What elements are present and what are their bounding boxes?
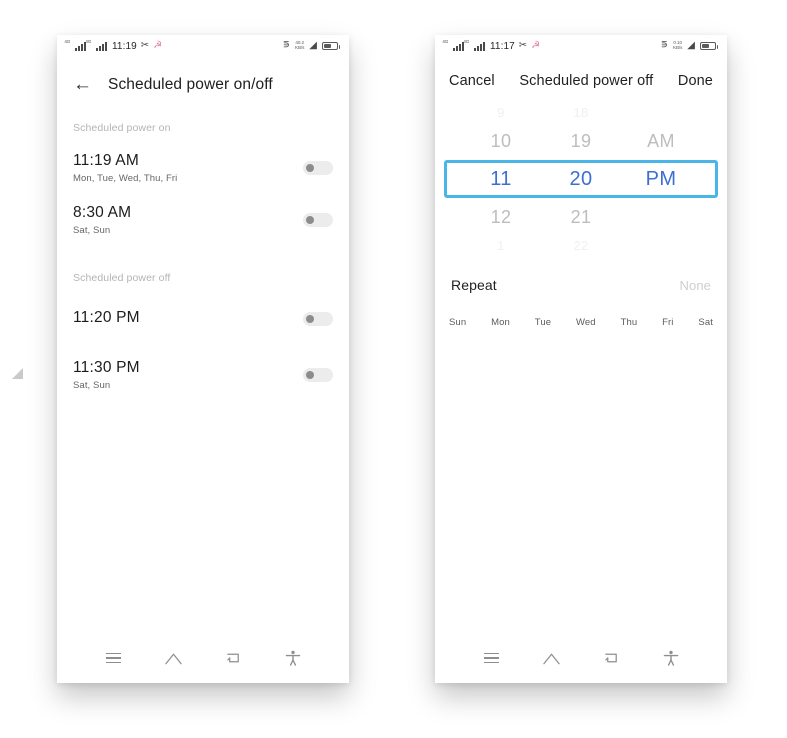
network-speed-indicator: 40.2 KB/s <box>295 41 304 50</box>
done-button[interactable]: Done <box>678 73 713 89</box>
minute-option-faint-below[interactable]: 22 <box>573 236 588 255</box>
schedule-row-power-on-2[interactable]: 8:30 AM Sat, Sun <box>57 199 349 241</box>
picker-title: Scheduled power off <box>519 73 654 89</box>
back-arrow-icon[interactable]: ← <box>73 75 92 94</box>
repeat-row[interactable]: Repeat None <box>435 277 727 293</box>
minute-column[interactable]: 18 19 20 21 22 <box>541 103 621 255</box>
bluetooth-off-icon: ⋾ <box>282 40 290 51</box>
minute-option-below[interactable]: 21 <box>571 198 592 236</box>
wifi-icon: ◢ <box>309 40 317 51</box>
battery-icon <box>700 42 718 50</box>
bluetooth-off-icon: ⋾ <box>660 40 668 51</box>
pink-app-icon: ☭ <box>531 40 541 51</box>
pink-app-icon: ☭ <box>153 40 163 51</box>
cancel-button[interactable]: Cancel <box>449 73 495 89</box>
repeat-value: None <box>679 277 711 293</box>
weekday-wed[interactable]: Wed <box>576 317 596 328</box>
hour-option-selected[interactable]: 11 <box>490 160 512 198</box>
time-picker-wheel[interactable]: 9 10 11 12 1 18 19 20 21 22 AM PM <box>435 103 727 255</box>
weekday-thu[interactable]: Thu <box>621 317 638 328</box>
page-header: ← Scheduled power on/off <box>57 57 349 94</box>
time-picker-header: Cancel Scheduled power off Done <box>435 57 727 89</box>
schedule-row-power-off-1[interactable]: 11:20 PM <box>57 298 349 340</box>
weekday-mon[interactable]: Mon <box>491 317 510 328</box>
menu-icon[interactable] <box>99 647 127 669</box>
phone-screen-right: 11:17 ✂ ☭ ⋾ 0.10 KB/s ◢ Cancel Scheduled… <box>435 35 727 683</box>
navigation-bar-left <box>57 639 349 683</box>
weekday-sun[interactable]: Sun <box>449 317 466 328</box>
corner-marker <box>12 368 23 379</box>
status-bar-time: 11:19 <box>112 40 137 52</box>
home-icon[interactable] <box>537 647 565 669</box>
back-nav-icon[interactable] <box>219 647 247 669</box>
home-icon[interactable] <box>159 647 187 669</box>
signal-bars-sim2-icon <box>90 41 107 51</box>
schedule-days: Mon, Tue, Wed, Thu, Fri <box>73 173 178 184</box>
schedule-toggle[interactable] <box>303 368 333 382</box>
schedule-toggle[interactable] <box>303 213 333 227</box>
hour-option-faint-above[interactable]: 9 <box>497 103 505 122</box>
schedule-toggle[interactable] <box>303 312 333 326</box>
minute-option-selected[interactable]: 20 <box>569 160 592 198</box>
network-speed-unit: KB/s <box>672 45 683 50</box>
minute-option-faint-above[interactable]: 18 <box>573 103 588 122</box>
status-bar-left: 11:19 ✂ ☭ ⋾ 40.2 KB/s ◢ <box>57 35 349 57</box>
hour-column[interactable]: 9 10 11 12 1 <box>461 103 541 255</box>
schedule-days: Sat, Sun <box>73 380 111 391</box>
status-bar-time: 11:17 <box>490 40 515 52</box>
menu-icon[interactable] <box>477 647 505 669</box>
accessibility-icon[interactable] <box>279 647 307 669</box>
schedule-time: 11:19 AM <box>73 152 139 169</box>
schedule-row-power-on-1[interactable]: 11:19 AM Mon, Tue, Wed, Thu, Fri <box>57 147 349 189</box>
schedule-time: 11:30 PM <box>73 359 140 376</box>
wifi-icon: ◢ <box>687 40 695 51</box>
status-bar-right: 11:17 ✂ ☭ ⋾ 0.10 KB/s ◢ <box>435 35 727 57</box>
signal-bars-sim2-icon <box>468 41 485 51</box>
meridiem-column[interactable]: AM PM <box>621 103 701 255</box>
schedule-toggle[interactable] <box>303 161 333 175</box>
hour-option-faint-below[interactable]: 1 <box>497 236 505 255</box>
meridiem-option-am[interactable]: AM <box>647 122 675 160</box>
battery-icon <box>322 42 340 50</box>
section-label-power-off: Scheduled power off <box>73 272 171 284</box>
phone-screen-left: 11:19 ✂ ☭ ⋾ 40.2 KB/s ◢ ← Scheduled powe… <box>57 35 349 683</box>
vibrate-off-icon: ✂ <box>518 40 528 51</box>
signal-bars-sim1-icon <box>447 41 464 51</box>
schedule-days: Sat, Sun <box>73 225 111 236</box>
network-speed-indicator: 0.10 KB/s <box>673 41 682 50</box>
minute-option-above[interactable]: 19 <box>571 122 592 160</box>
network-speed-unit: KB/s <box>294 45 305 50</box>
repeat-label: Repeat <box>451 277 497 293</box>
weekday-fri[interactable]: Fri <box>662 317 673 328</box>
hour-option-below[interactable]: 12 <box>491 198 512 236</box>
schedule-time: 8:30 AM <box>73 204 132 221</box>
weekday-sat[interactable]: Sat <box>698 317 713 328</box>
weekday-selector[interactable]: Sun Mon Tue Wed Thu Fri Sat <box>435 317 727 328</box>
schedule-row-power-off-2[interactable]: 11:30 PM Sat, Sun <box>57 354 349 396</box>
navigation-bar-right <box>435 639 727 683</box>
weekday-tue[interactable]: Tue <box>535 317 551 328</box>
vibrate-off-icon: ✂ <box>140 40 150 51</box>
accessibility-icon[interactable] <box>657 647 685 669</box>
back-nav-icon[interactable] <box>597 647 625 669</box>
section-label-power-on: Scheduled power on <box>73 122 171 134</box>
meridiem-option-selected[interactable]: PM <box>646 160 677 198</box>
hour-option-above[interactable]: 10 <box>491 122 512 160</box>
signal-bars-sim1-icon <box>69 41 86 51</box>
page-title: Scheduled power on/off <box>108 75 273 93</box>
schedule-time: 11:20 PM <box>73 308 140 326</box>
